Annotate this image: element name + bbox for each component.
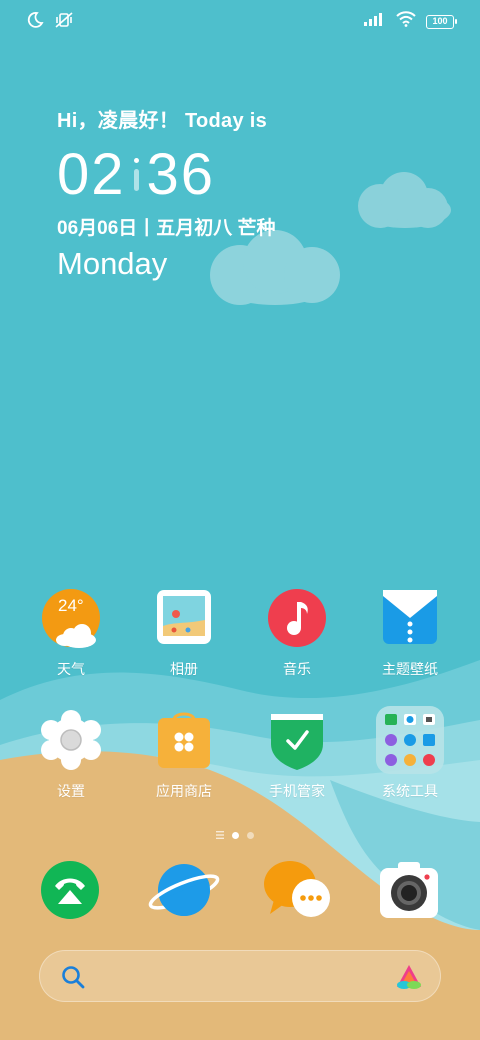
weather-icon: 24°	[41, 588, 101, 648]
theme-wallpaper-icon	[380, 588, 440, 648]
gear-icon	[41, 710, 101, 770]
shield-check-icon	[267, 710, 327, 770]
greeting-text: Hi，凌晨好！ Today is	[57, 110, 268, 132]
clock-colon	[133, 157, 139, 191]
app-label: 主题壁纸	[382, 661, 438, 677]
weather-temp: 24°	[58, 596, 84, 615]
app-phone-manager[interactable]: 手机管家	[247, 710, 347, 801]
folder-icon	[376, 706, 444, 774]
moon-icon	[26, 11, 44, 34]
search-icon	[60, 964, 86, 995]
app-weather[interactable]: 24° 天气	[21, 588, 121, 679]
search-bar[interactable]	[39, 950, 441, 1002]
app-label: 相册	[170, 661, 198, 677]
wifi-icon	[396, 11, 416, 32]
battery-icon: 100	[426, 14, 457, 29]
app-label: 手机管家	[269, 783, 325, 799]
camera-icon	[380, 862, 438, 918]
app-settings[interactable]: 设置	[21, 710, 121, 801]
photo-gallery-icon	[154, 588, 214, 648]
app-label: 音乐	[283, 661, 311, 677]
phone-icon	[41, 861, 99, 919]
app-folder-system-tools[interactable]: 系统工具	[360, 706, 460, 801]
assistant-icon[interactable]	[394, 963, 424, 996]
time-display: 02 36	[57, 141, 276, 207]
dock-browser[interactable]	[146, 854, 220, 926]
status-bar: 100	[0, 0, 480, 40]
page-list-icon[interactable]	[216, 826, 224, 844]
chat-bubble-icon	[264, 861, 330, 917]
clock-widget[interactable]: Hi，凌晨好！ Today is 02 36 06月06日丨五月初八 芒种 Mo…	[57, 104, 276, 282]
weekday-text: Monday	[57, 246, 168, 281]
app-store[interactable]: 应用商店	[134, 710, 234, 801]
app-label: 应用商店	[156, 783, 212, 799]
dock-camera[interactable]	[376, 856, 448, 928]
date-text: 06月06日丨五月初八 芒种	[57, 218, 276, 239]
dock-messages[interactable]	[260, 858, 332, 930]
page-dot-active[interactable]	[232, 831, 239, 839]
app-label: 天气	[57, 661, 85, 677]
app-gallery[interactable]: 相册	[134, 588, 234, 679]
vibrate-off-icon	[54, 11, 74, 34]
app-themes[interactable]: 主题壁纸	[360, 588, 460, 679]
app-label: 系统工具	[382, 783, 438, 799]
app-label: 设置	[57, 783, 85, 799]
dock-phone[interactable]	[36, 854, 108, 926]
signal-icon	[364, 12, 386, 31]
clock-hour: 02	[57, 141, 126, 207]
page-dot[interactable]	[247, 831, 254, 839]
music-note-icon	[267, 588, 327, 648]
page-indicator[interactable]	[216, 826, 254, 844]
clock-minute: 36	[146, 141, 216, 207]
shopping-bag-icon	[154, 710, 214, 770]
app-music[interactable]: 音乐	[247, 588, 347, 679]
planet-browser-icon	[148, 864, 220, 916]
